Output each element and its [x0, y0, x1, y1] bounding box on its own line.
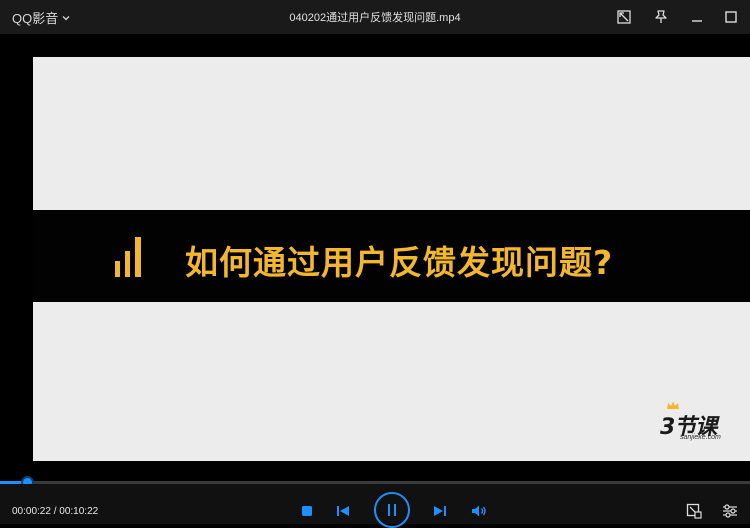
watermark-logo: 3节课 sanjieke.com — [658, 401, 734, 445]
previous-icon — [337, 506, 349, 516]
stop-button[interactable] — [297, 501, 317, 521]
next-button[interactable] — [430, 501, 450, 521]
signal-bars-icon — [115, 237, 141, 277]
settings-button[interactable] — [720, 501, 740, 521]
volume-button[interactable] — [469, 501, 489, 521]
pause-icon — [388, 504, 396, 516]
maximize-icon — [725, 11, 737, 23]
pin-icon — [655, 10, 667, 23]
logo-url: sanjieke.com — [680, 434, 721, 441]
volume-icon — [472, 505, 486, 517]
control-bar: 00:00:22 / 00:10:22 — [0, 484, 750, 528]
title-bar: QQ影音 040202通过用户反馈发现问题.mp4 — [0, 0, 750, 34]
previous-button[interactable] — [333, 501, 353, 521]
video-banner: 如何通过用户反馈发现问题? — [33, 210, 750, 302]
pin-button[interactable] — [650, 6, 672, 28]
maximize-button[interactable] — [720, 6, 742, 28]
time-display: 00:00:22 / 00:10:22 — [12, 506, 99, 517]
capture-icon — [686, 503, 702, 519]
video-panel-top — [33, 57, 750, 210]
next-icon — [434, 506, 446, 516]
settings-icon — [723, 504, 737, 518]
stop-icon — [302, 506, 312, 516]
minimize-button[interactable] — [686, 6, 708, 28]
pause-button[interactable] — [374, 492, 410, 528]
video-panel-bottom: 3节课 sanjieke.com — [33, 302, 750, 461]
video-headline: 如何通过用户反馈发现问题? — [185, 243, 614, 282]
capture-button[interactable] — [684, 501, 704, 521]
file-title: 040202通过用户反馈发现问题.mp4 — [289, 12, 461, 24]
video-frame: 如何通过用户反馈发现问题? 3节课 sanjieke.com — [33, 57, 750, 461]
screenshot-icon — [617, 10, 631, 24]
minimize-icon — [692, 20, 702, 22]
screenshot-button[interactable] — [613, 6, 635, 28]
video-area[interactable]: 如何通过用户反馈发现问题? 3节课 sanjieke.com — [0, 34, 750, 474]
